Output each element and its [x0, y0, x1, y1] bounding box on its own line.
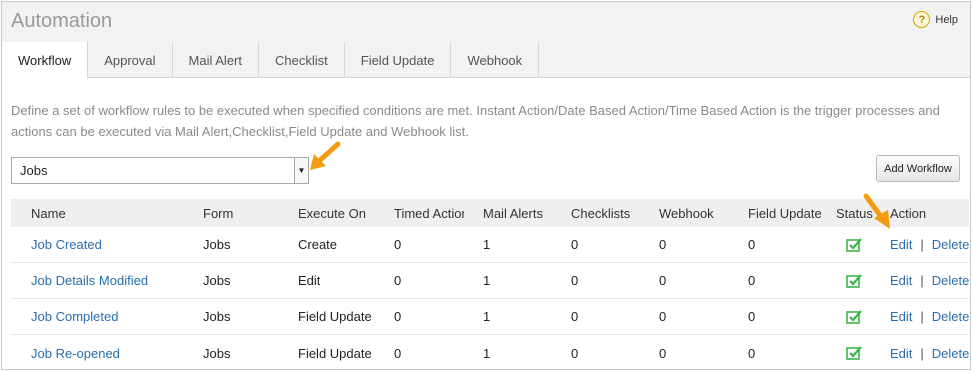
tab-webhook[interactable]: Webhook: [451, 42, 540, 78]
execute-on-cell: Field Update: [298, 309, 372, 324]
action-cell: Edit | Delete: [890, 309, 969, 324]
action-cell: Edit | Delete: [890, 346, 969, 361]
checklists-cell: 0: [571, 309, 579, 324]
table-row: Job Re-opened Jobs Field Update 0 1 0 0 …: [11, 335, 969, 371]
edit-link[interactable]: Edit: [890, 309, 912, 324]
execute-on-cell: Create: [298, 237, 338, 252]
delete-link[interactable]: Delete: [932, 237, 970, 252]
workflow-table: Name Form Execute On Timed Action Mail A…: [11, 199, 969, 371]
tab-workflow[interactable]: Workflow: [2, 42, 89, 79]
edit-link[interactable]: Edit: [890, 273, 912, 288]
table-row: Job Created Jobs Create 0 1 0 0 0 Edit |…: [11, 227, 969, 263]
table-header: Name Form Execute On Timed Action Mail A…: [11, 199, 969, 227]
action-separator: |: [920, 273, 924, 288]
add-workflow-button[interactable]: Add Workflow: [876, 155, 960, 182]
help-link[interactable]: ? Help: [913, 11, 958, 28]
table-row: Job Details Modified Jobs Edit 0 1 0 0 0…: [11, 263, 969, 299]
module-select[interactable]: Jobs ▼: [11, 157, 309, 184]
tab-checklist[interactable]: Checklist: [259, 42, 345, 78]
timed-action-cell: 0: [394, 237, 402, 252]
delete-link[interactable]: Delete: [932, 309, 970, 324]
help-label: Help: [935, 13, 958, 26]
tab-approval[interactable]: Approval: [88, 42, 173, 78]
action-cell: Edit | Delete: [890, 273, 969, 288]
column-header-form: Form: [203, 205, 234, 221]
workflow-name-link[interactable]: Job Created: [31, 237, 102, 252]
automation-panel: Automation ? Help Workflow Approval Mail…: [1, 1, 971, 370]
column-header-execute-on: Execute On: [298, 205, 366, 221]
description-text: Define a set of workflow rules to be exe…: [11, 103, 940, 139]
column-header-name: Name: [31, 205, 66, 221]
mail-alerts-cell: 1: [483, 309, 491, 324]
status-enabled-check-icon[interactable]: [846, 273, 862, 288]
status-enabled-check-icon[interactable]: [846, 309, 862, 324]
annotation-arrow-icon: [863, 193, 890, 229]
checklists-cell: 0: [571, 273, 579, 288]
timed-action-cell: 0: [394, 273, 402, 288]
edit-link[interactable]: Edit: [890, 237, 912, 252]
checklists-cell: 0: [571, 237, 579, 252]
timed-action-cell: 0: [394, 345, 402, 361]
webhook-cell: 0: [659, 309, 667, 324]
field-update-cell: 0: [748, 309, 756, 324]
form-cell: Jobs: [203, 345, 231, 361]
execute-on-cell: Field Update: [298, 345, 372, 361]
annotation-arrow-icon: [310, 141, 341, 170]
timed-action-cell: 0: [394, 309, 402, 324]
action-cell: Edit | Delete: [890, 237, 969, 252]
column-header-timed-action: Timed Action: [394, 205, 464, 221]
column-header-field-update: Field Update: [748, 205, 822, 221]
help-icon: ?: [913, 11, 931, 28]
checklists-cell: 0: [571, 345, 579, 361]
mail-alerts-cell: 1: [483, 237, 491, 252]
mail-alerts-cell: 1: [483, 345, 491, 361]
action-separator: |: [920, 237, 924, 252]
table-row: Job Completed Jobs Field Update 0 1 0 0 …: [11, 299, 969, 335]
field-update-cell: 0: [748, 273, 756, 288]
form-cell: Jobs: [203, 273, 231, 288]
workflow-name-link[interactable]: Job Re-opened: [31, 346, 120, 361]
tab-mail-alert[interactable]: Mail Alert: [173, 42, 259, 78]
status-enabled-check-icon[interactable]: [846, 346, 862, 360]
mail-alerts-cell: 1: [483, 273, 491, 288]
module-select-value: Jobs: [20, 163, 48, 178]
edit-link[interactable]: Edit: [890, 346, 912, 361]
header-bar: Automation ? Help Workflow Approval Mail…: [2, 2, 970, 79]
page-title: Automation: [11, 10, 113, 32]
execute-on-cell: Edit: [298, 273, 321, 288]
status-enabled-check-icon[interactable]: [846, 237, 862, 252]
column-header-checklists: Checklists: [571, 205, 631, 221]
webhook-cell: 0: [659, 273, 667, 288]
tab-field-update[interactable]: Field Update: [345, 42, 452, 78]
column-header-webhook: Webhook: [659, 205, 714, 221]
workflow-name-link[interactable]: Job Completed: [31, 309, 118, 324]
form-cell: Jobs: [203, 309, 231, 324]
field-update-cell: 0: [748, 237, 756, 252]
delete-link[interactable]: Delete: [932, 346, 970, 361]
form-cell: Jobs: [203, 237, 231, 252]
delete-link[interactable]: Delete: [932, 273, 970, 288]
action-separator: |: [920, 309, 924, 324]
workflow-name-link[interactable]: Job Details Modified: [31, 273, 148, 288]
field-update-cell: 0: [748, 345, 756, 361]
action-separator: |: [920, 345, 924, 361]
tab-bar: Workflow Approval Mail Alert Checklist F…: [2, 42, 540, 79]
webhook-cell: 0: [659, 345, 667, 361]
webhook-cell: 0: [659, 237, 667, 252]
column-header-mail-alerts: Mail Alerts: [483, 205, 543, 221]
